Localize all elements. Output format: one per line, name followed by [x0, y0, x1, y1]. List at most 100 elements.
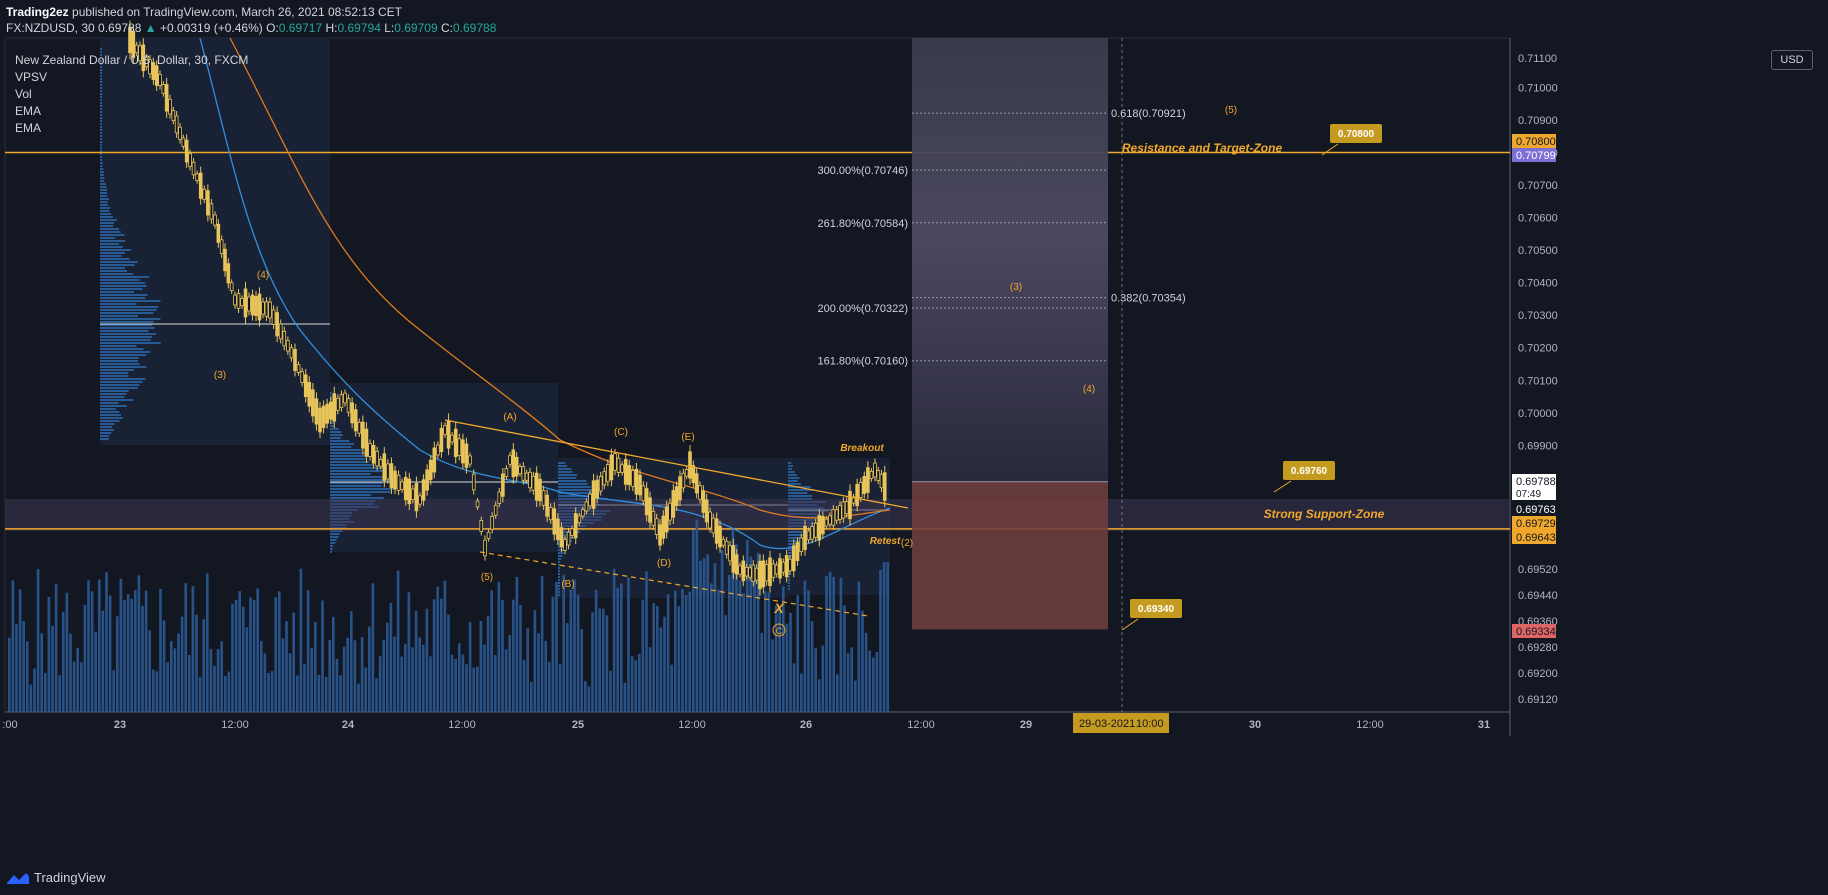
volume-profile-bar: [100, 363, 140, 365]
time-axis-tick: 12:00: [1356, 719, 1384, 731]
candle-body: [751, 564, 756, 582]
volume-bar: [695, 519, 699, 712]
volume-bar: [764, 591, 767, 712]
volume-profile-bar: [100, 405, 127, 407]
volume-profile-bar: [100, 402, 119, 404]
fib-extension-label: 200.00%(0.70322): [817, 303, 908, 315]
volume-profile-bar: [100, 147, 102, 149]
volume-bar: [508, 635, 511, 712]
volume-bar: [393, 636, 396, 712]
candle-body: [257, 293, 262, 321]
volume-bar: [501, 599, 504, 712]
footer-brand[interactable]: TradingView: [34, 870, 106, 885]
volume-profile-bar: [100, 213, 112, 215]
legend-ema-2[interactable]: EMA: [15, 120, 248, 137]
volume-bar: [861, 610, 864, 712]
candle-body: [300, 371, 304, 383]
candle-body: [386, 463, 390, 480]
volume-bar: [288, 653, 292, 712]
volume-bar: [692, 530, 695, 712]
volume-bar: [134, 590, 137, 712]
volume-bar: [224, 676, 227, 712]
volume-profile-bar: [330, 446, 352, 448]
volume-bar: [652, 603, 655, 712]
candle-body: [862, 476, 867, 494]
candle-body: [191, 161, 196, 176]
volume-profile-bar: [330, 497, 384, 499]
volume-profile-bar: [100, 423, 115, 425]
volume-profile-bar: [100, 297, 146, 299]
volume-bar: [310, 647, 313, 712]
volume-bar: [710, 583, 713, 712]
volume-profile-bar: [330, 449, 362, 451]
candle-body: [389, 463, 394, 489]
volume-bar: [519, 605, 522, 712]
volume-bar: [440, 598, 443, 712]
candle-body: [708, 511, 712, 529]
volume-bar: [231, 603, 234, 712]
candle-body: [428, 459, 433, 481]
volume-bar: [177, 633, 180, 712]
volume-bar: [530, 682, 533, 712]
callout-label: 0.70800: [1338, 129, 1375, 140]
candle-body: [254, 296, 258, 316]
wave-annotation: Resistance and Target-Zone: [1122, 141, 1283, 155]
symbol-label[interactable]: FX:NZDUSD, 30: [6, 21, 95, 35]
legend-ema-1[interactable]: EMA: [15, 103, 248, 120]
time-axis-tick: 26: [800, 719, 812, 731]
author-name[interactable]: Trading2ez: [6, 5, 69, 19]
high-label: H:: [325, 21, 338, 35]
volume-bar: [854, 680, 857, 712]
price-axis-tick: 0.70900: [1518, 115, 1558, 127]
legend-vol[interactable]: Vol: [15, 86, 248, 103]
volume-bar: [800, 673, 803, 712]
price-tag-label: 0.69763: [1516, 504, 1556, 516]
wave-annotation: (3): [214, 370, 226, 381]
volume-profile-bar: [100, 141, 102, 143]
volume-profile-bar: [100, 429, 114, 431]
volume-bar: [396, 570, 400, 712]
volume-bar: [620, 583, 623, 712]
candle-body: [268, 301, 272, 319]
volume-profile-bar: [100, 219, 117, 221]
volume-bar: [339, 675, 342, 712]
legend-vpsv[interactable]: VPSV: [15, 69, 248, 86]
last-price: 0.69788: [98, 21, 142, 35]
candle-body: [198, 172, 203, 199]
volume-profile-bar: [330, 434, 343, 436]
candle-body: [552, 508, 557, 535]
volume-profile-bar: [100, 348, 144, 350]
volume-profile-bar: [788, 492, 808, 494]
tradingview-logo-icon[interactable]: [6, 871, 30, 885]
time-axis-tick: 30: [1249, 719, 1261, 731]
candle-body: [219, 239, 224, 254]
volume-bar: [54, 584, 58, 712]
candle-body: [439, 428, 444, 452]
volume-bar: [850, 647, 853, 712]
volume-bar: [504, 649, 508, 712]
candle-body: [364, 428, 369, 457]
volume-bar: [303, 663, 306, 712]
candle-body: [336, 397, 340, 411]
price-chart[interactable]: 300.00%(0.70746) 261.80%(0.70584) 200.00%(…: [0, 0, 1828, 895]
legend-series-title[interactable]: New Zealand Dollar / U.S. Dollar, 30, FX…: [15, 52, 248, 69]
volume-bar: [141, 605, 144, 712]
volume-bar: [317, 674, 321, 712]
volume-bar: [634, 660, 637, 712]
volume-profile-bar: [100, 204, 108, 206]
candle-body: [556, 518, 560, 541]
volume-profile-bar: [100, 192, 108, 194]
volume-bar: [432, 599, 436, 712]
volume-profile-bar: [558, 576, 560, 578]
volume-profile-bar: [330, 392, 332, 394]
volume-profile-bar: [100, 267, 126, 269]
price-tag-label: 0.69788: [1516, 476, 1556, 488]
volume-bar: [828, 571, 832, 712]
currency-button[interactable]: USD: [1771, 50, 1813, 70]
candle-body: [226, 263, 231, 284]
volume-bar: [278, 591, 281, 712]
wave-annotation: (3): [1010, 282, 1022, 293]
volume-bar: [544, 640, 547, 712]
volume-bar: [407, 592, 411, 712]
volume-profile-bar: [558, 564, 560, 566]
